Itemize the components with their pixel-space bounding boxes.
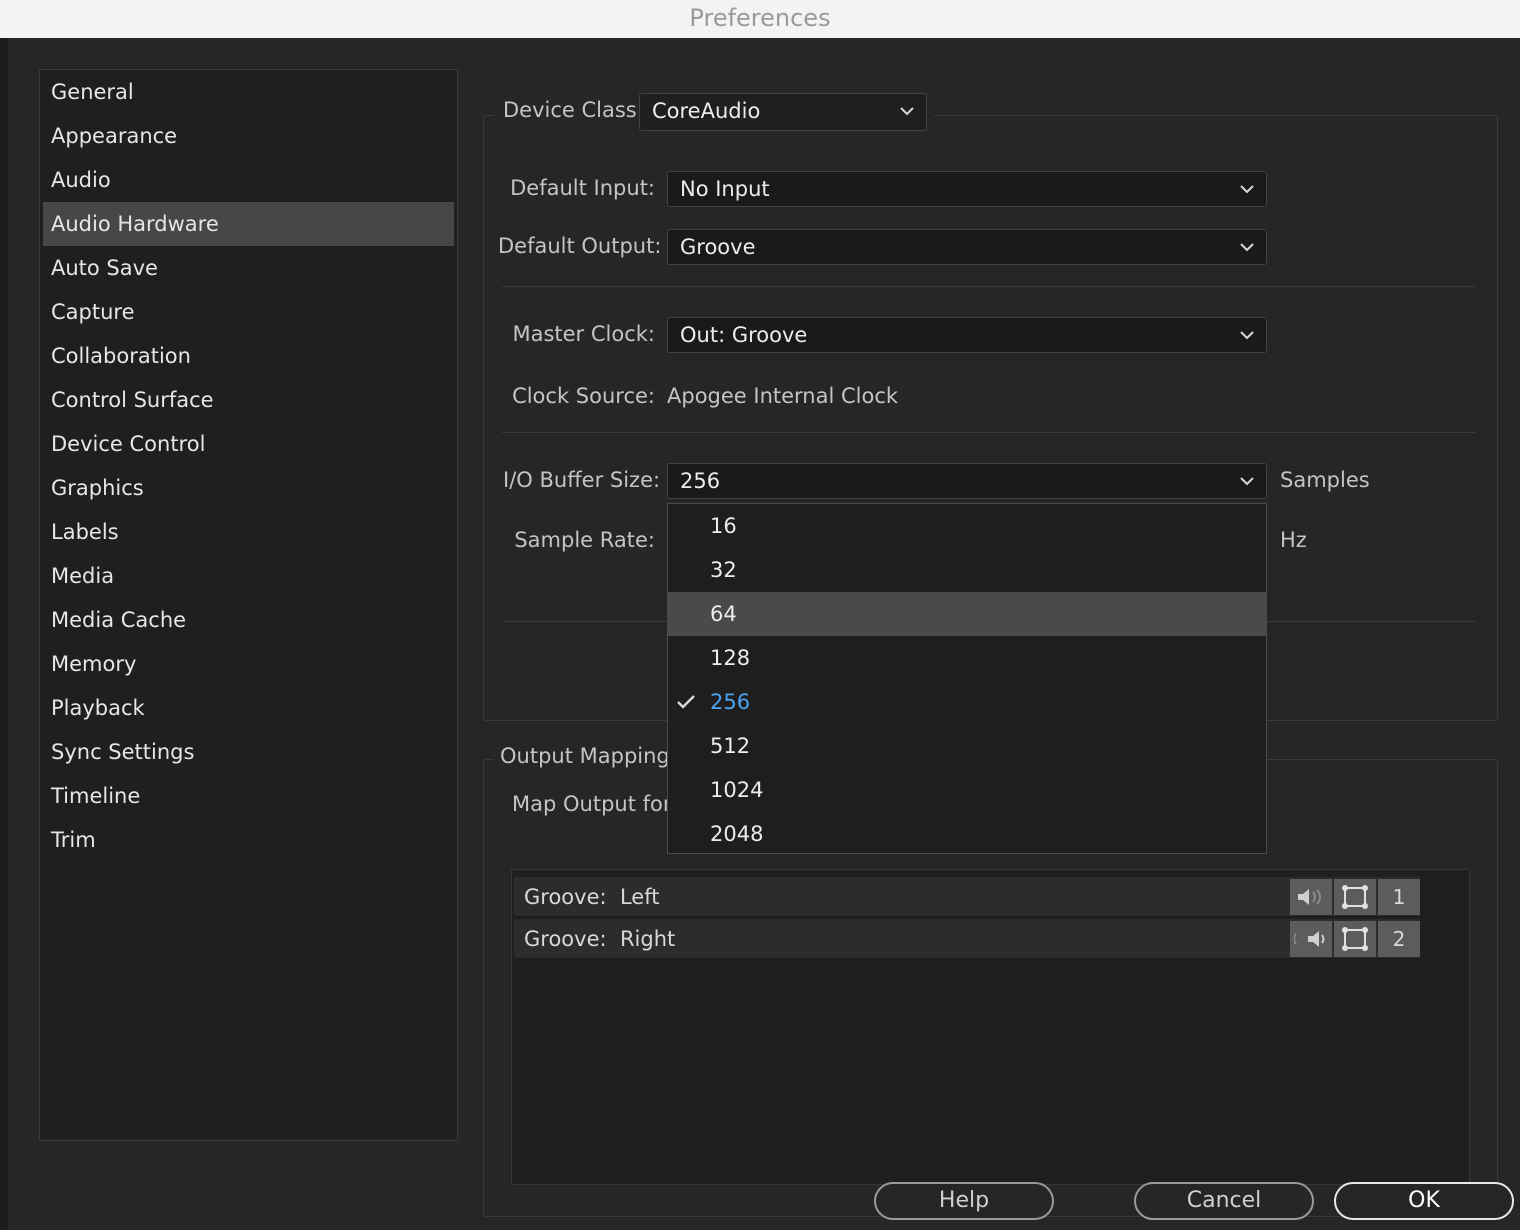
channel-bracket-icon[interactable] (1334, 879, 1376, 915)
channel-number: 1 (1378, 879, 1420, 915)
sidebar-item-trim[interactable]: Trim (43, 818, 454, 862)
sidebar-item-device-control[interactable]: Device Control (43, 422, 454, 466)
sidebar-item-auto-save[interactable]: Auto Save (43, 246, 454, 290)
window-edge (0, 38, 8, 1230)
sidebar-item-appearance[interactable]: Appearance (43, 114, 454, 158)
default-output-dropdown[interactable]: Groove (667, 229, 1267, 265)
chevron-down-icon (1240, 464, 1254, 498)
default-input-dropdown[interactable]: No Input (667, 171, 1267, 207)
master-clock-value: Out: Groove (680, 323, 808, 347)
channel-bracket-icon[interactable] (1334, 921, 1376, 957)
sidebar-item-sync-settings[interactable]: Sync Settings (43, 730, 454, 774)
menu-option-512[interactable]: 512 (668, 724, 1266, 768)
sidebar-item-audio[interactable]: Audio (43, 158, 454, 202)
menu-option-128[interactable]: 128 (668, 636, 1266, 680)
master-clock-dropdown[interactable]: Out: Groove (667, 317, 1267, 353)
menu-option-1024[interactable]: 1024 (668, 768, 1266, 812)
divider (502, 432, 1476, 433)
output-mapping-title: Output Mapping (500, 744, 670, 768)
menu-option-256[interactable]: 256 (668, 680, 1266, 724)
mapping-row-text: Groove: Left (524, 885, 660, 909)
menu-option-64[interactable]: 64 (668, 592, 1266, 636)
sidebar-item-media[interactable]: Media (43, 554, 454, 598)
menu-option-32[interactable]: 32 (668, 548, 1266, 592)
chevron-down-icon (1240, 230, 1254, 264)
divider (502, 286, 1476, 287)
chevron-down-icon (1240, 172, 1254, 206)
buffer-unit-label: Samples (1280, 468, 1370, 492)
chevron-down-icon (1240, 318, 1254, 352)
chevron-down-icon (900, 94, 914, 128)
sidebar-item-labels[interactable]: Labels (43, 510, 454, 554)
default-output-label: Default Output: (498, 234, 662, 258)
window-title: Preferences (0, 0, 1520, 39)
clock-source-value: Apogee Internal Clock (667, 384, 899, 408)
channel-number: 2 (1378, 921, 1420, 957)
sample-rate-unit-label: Hz (1280, 528, 1307, 552)
sidebar-item-timeline[interactable]: Timeline (43, 774, 454, 818)
buffer-size-menu: 16 32 64 128 256 512 1024 2048 (667, 503, 1267, 854)
default-input-label: Default Input: (510, 176, 655, 200)
mapping-row-text: Groove: Right (524, 927, 676, 951)
speaker-icon[interactable] (1290, 921, 1332, 957)
ok-button[interactable]: OK (1334, 1182, 1514, 1220)
buffer-size-dropdown[interactable]: 256 (667, 463, 1267, 499)
device-class-value: CoreAudio (652, 99, 761, 123)
sample-rate-label: Sample Rate: (514, 528, 655, 552)
default-output-value: Groove (680, 235, 756, 259)
sidebar-item-collaboration[interactable]: Collaboration (43, 334, 454, 378)
sidebar-item-general[interactable]: General (43, 70, 454, 114)
mapping-row-left[interactable]: Groove: Left 1 (514, 877, 1420, 917)
menu-option-label: 256 (710, 690, 751, 714)
sidebar-item-control-surface[interactable]: Control Surface (43, 378, 454, 422)
clock-source-label: Clock Source: (512, 384, 655, 408)
preferences-sidebar: General Appearance Audio Audio Hardware … (39, 69, 458, 1141)
device-class-dropdown[interactable]: CoreAudio (639, 93, 927, 131)
map-output-label: Map Output for (512, 792, 672, 816)
sidebar-item-playback[interactable]: Playback (43, 686, 454, 730)
buffer-size-value: 256 (680, 469, 721, 493)
sidebar-item-capture[interactable]: Capture (43, 290, 454, 334)
sidebar-item-memory[interactable]: Memory (43, 642, 454, 686)
sidebar-item-media-cache[interactable]: Media Cache (43, 598, 454, 642)
menu-option-2048[interactable]: 2048 (668, 812, 1266, 856)
default-input-value: No Input (680, 177, 770, 201)
sidebar-item-graphics[interactable]: Graphics (43, 466, 454, 510)
sidebar-item-audio-hardware[interactable]: Audio Hardware (43, 202, 454, 246)
cancel-button[interactable]: Cancel (1134, 1182, 1314, 1220)
checkmark-icon (676, 680, 696, 724)
help-button[interactable]: Help (874, 1182, 1054, 1220)
device-class-label: Device Class: (503, 98, 644, 122)
mapping-row-right[interactable]: Groove: Right 2 (514, 919, 1420, 959)
buffer-size-label: I/O Buffer Size: (503, 468, 661, 492)
speaker-icon[interactable] (1290, 879, 1332, 915)
menu-option-16[interactable]: 16 (668, 504, 1266, 548)
master-clock-label: Master Clock: (512, 322, 655, 346)
